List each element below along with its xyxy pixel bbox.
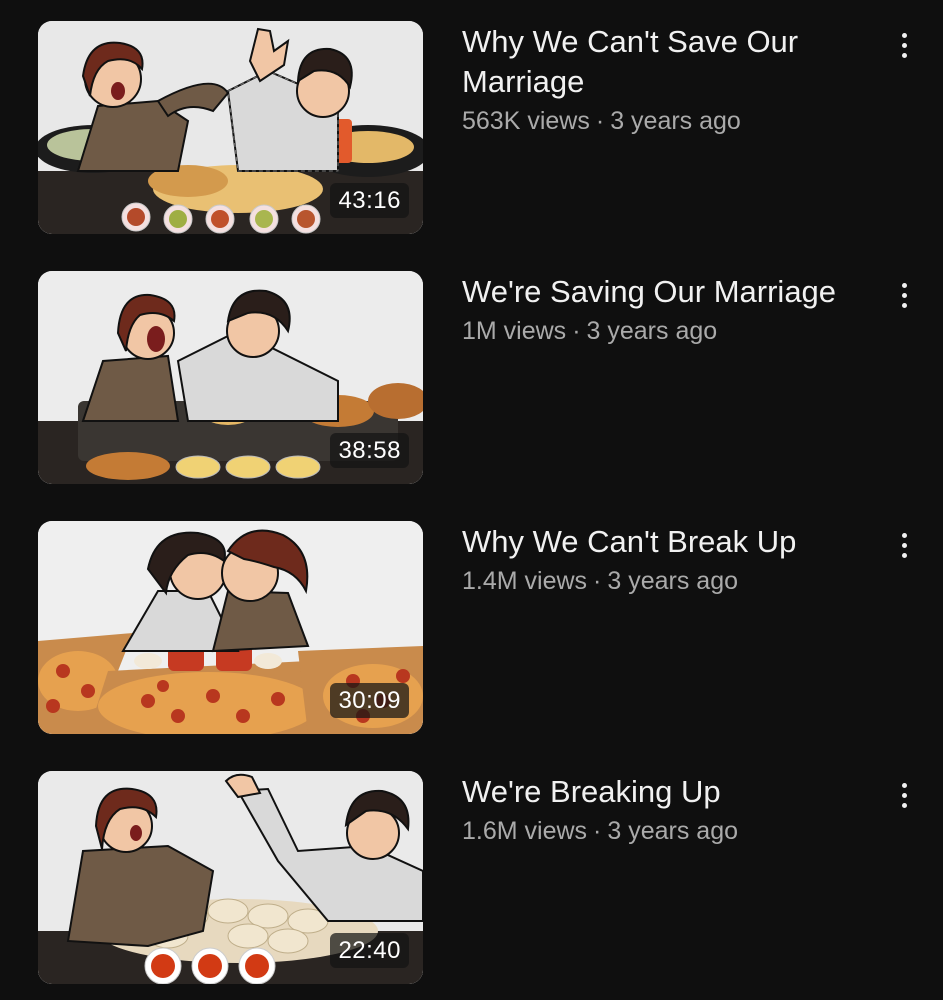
more-vert-icon[interactable] [888, 277, 920, 313]
view-count: 563K views [462, 107, 590, 135]
view-count: 1.4M views [462, 567, 588, 595]
duration-badge: 30:09 [330, 683, 409, 718]
duration-badge: 38:58 [330, 433, 409, 468]
video-thumbnail[interactable]: 43:16 [38, 21, 423, 234]
view-count: 1M views [462, 317, 567, 345]
video-meta[interactable]: We're Saving Our Marriage 1M views · 3 yea… [462, 272, 862, 346]
video-title[interactable]: We're Saving Our Marriage [462, 272, 862, 312]
video-stats: 563K views · 3 years ago [462, 106, 862, 136]
video-item[interactable]: 43:16 Why We Can't Save Our Marriage 563… [0, 0, 943, 250]
upload-age: 3 years ago [607, 567, 739, 595]
duration-badge: 22:40 [330, 933, 409, 968]
video-title[interactable]: Why We Can't Save Our Marriage [462, 22, 862, 102]
video-title[interactable]: Why We Can't Break Up [462, 522, 862, 562]
separator: · [572, 317, 581, 345]
video-meta[interactable]: Why We Can't Save Our Marriage 563K view… [462, 22, 862, 136]
video-stats: 1.4M views · 3 years ago [462, 566, 862, 596]
separator: · [593, 567, 602, 595]
video-meta[interactable]: Why We Can't Break Up 1.4M views · 3 years… [462, 522, 862, 596]
video-item[interactable]: 22:40 We're Breaking Up 1.6M views · 3 yea… [0, 750, 943, 1000]
video-thumbnail[interactable]: 30:09 [38, 521, 423, 734]
video-item[interactable]: 30:09 Why We Can't Break Up 1.4M views · 3… [0, 500, 943, 750]
video-stats: 1M views · 3 years ago [462, 316, 862, 346]
more-vert-icon[interactable] [888, 527, 920, 563]
video-meta[interactable]: We're Breaking Up 1.6M views · 3 years ago [462, 772, 862, 846]
more-vert-icon[interactable] [888, 27, 920, 63]
upload-age: 3 years ago [586, 317, 718, 345]
video-item[interactable]: 38:58 We're Saving Our Marriage 1M views… [0, 250, 943, 500]
separator: · [593, 817, 602, 845]
separator: · [595, 107, 605, 135]
video-title[interactable]: We're Breaking Up [462, 772, 862, 812]
upload-age: 3 years ago [610, 107, 741, 135]
video-stats: 1.6M views · 3 years ago [462, 816, 862, 846]
more-vert-icon[interactable] [888, 777, 920, 813]
duration-badge: 43:16 [330, 183, 409, 218]
upload-age: 3 years ago [607, 817, 739, 845]
video-thumbnail[interactable]: 38:58 [38, 271, 423, 484]
video-thumbnail[interactable]: 22:40 [38, 771, 423, 984]
view-count: 1.6M views [462, 817, 588, 845]
